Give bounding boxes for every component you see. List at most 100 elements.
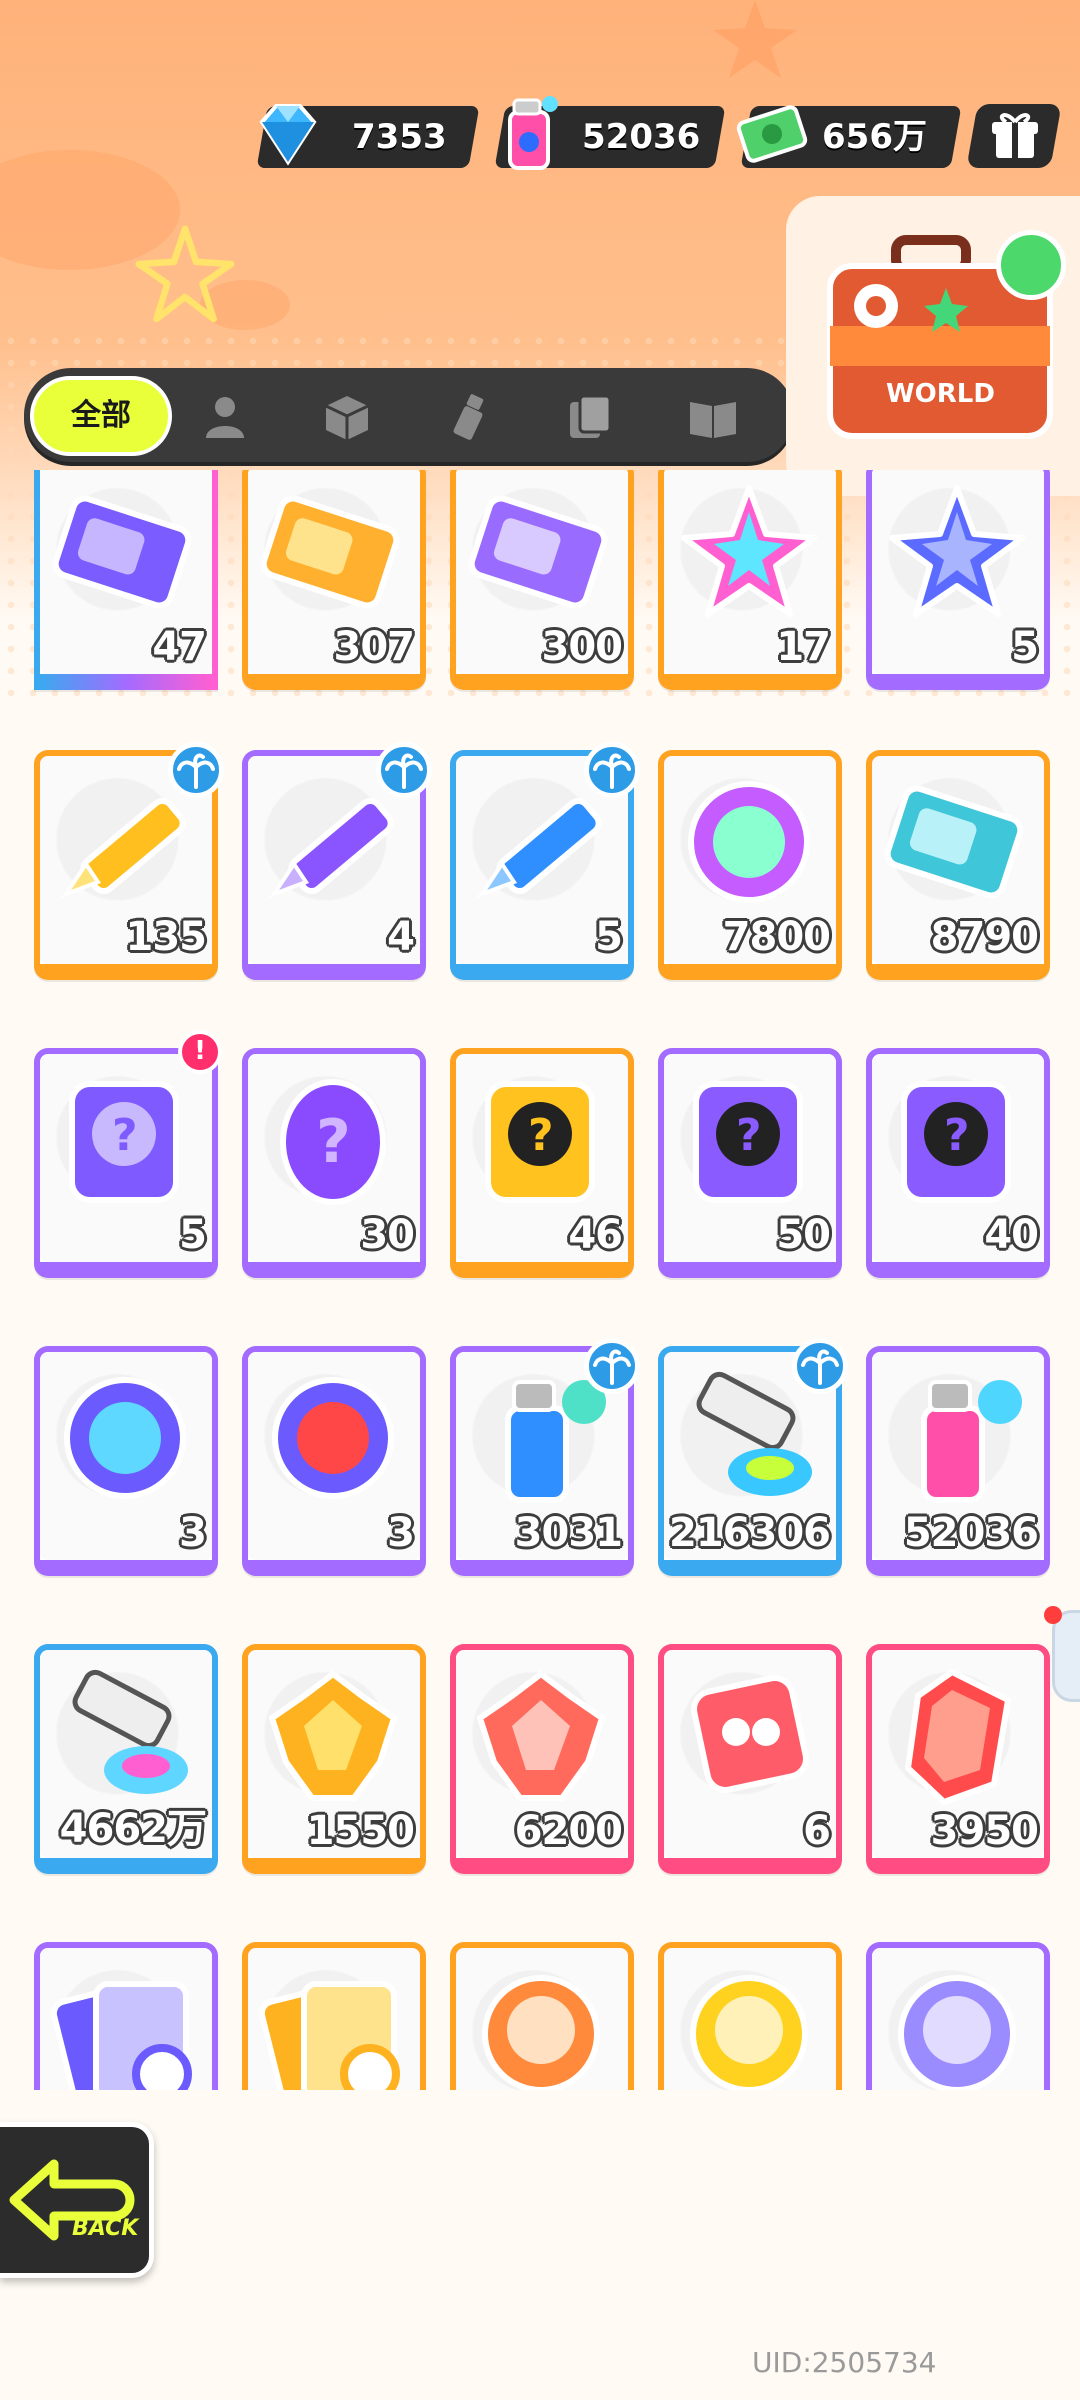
inventory-item[interactable]: 135 (34, 742, 224, 980)
user-id: UID:2505734 (752, 2346, 937, 2379)
item-count: 4662万 (59, 1806, 207, 1852)
inventory-item[interactable]: 3950 (866, 1644, 1050, 1874)
svg-text:?: ? (736, 1110, 762, 1161)
purple-crayon-icon (268, 797, 394, 899)
mystery-egg-icon: ? (280, 1079, 386, 1205)
deity-avatar-yellow-icon (690, 1975, 808, 2090)
season-ticket-icon (884, 785, 1024, 899)
diamond-value: 7353 (352, 117, 447, 157)
inventory-item[interactable] (242, 1942, 426, 2090)
person-icon[interactable] (198, 390, 252, 444)
red-dice-icon (691, 1675, 809, 1793)
inventory-item[interactable]: 216306 (658, 1338, 848, 1576)
world-suitcase-button[interactable]: WORLD (786, 196, 1080, 496)
purple-card-pack-icon (50, 1981, 192, 2090)
red-fish-orb-icon (272, 1377, 394, 1499)
inventory-item[interactable]: 3 (242, 1346, 426, 1576)
item-count: 50 (776, 1212, 831, 1258)
blue-fish-orb-icon (64, 1377, 186, 1499)
plane-badge-icon (996, 230, 1066, 300)
item-count: 47 (152, 624, 207, 670)
item-count: 5 (595, 914, 623, 960)
item-count: 7800 (722, 914, 831, 960)
palm-tree-badge-icon (168, 742, 224, 798)
inventory-item[interactable] (866, 1942, 1050, 2090)
travel-card-mystery-icon: ? (901, 1081, 1011, 1203)
item-count: 40 (984, 1212, 1039, 1258)
spray-value: 52036 (582, 117, 701, 157)
ticket-purple-icon (52, 495, 192, 609)
item-count: 3 (387, 1510, 415, 1556)
deity-avatar-orange-icon (482, 1975, 600, 2090)
item-count: 6200 (514, 1808, 623, 1854)
star-silhouette-icon (713, 0, 797, 78)
card-stack-icon[interactable] (564, 390, 618, 444)
inventory-item[interactable] (658, 1942, 842, 2090)
side-drawer-handle[interactable] (1052, 1610, 1080, 1702)
yellow-crayon-icon (60, 797, 186, 899)
inventory-item[interactable]: 17 (658, 470, 842, 690)
inventory-item[interactable]: 8790 (866, 750, 1050, 980)
box-icon[interactable] (320, 390, 374, 444)
blue-crayon-icon (476, 797, 602, 899)
inventory-item[interactable]: 3031 (450, 1338, 640, 1576)
inventory-item[interactable]: 52036 (866, 1346, 1050, 1576)
inventory-item[interactable]: ? 40 (866, 1048, 1050, 1278)
inventory-item[interactable] (450, 1942, 634, 2090)
blue-star-icon (889, 485, 1025, 617)
palm-tree-badge-icon (792, 1338, 848, 1394)
inventory-item[interactable]: 3 (34, 1346, 218, 1576)
inventory-item[interactable]: ? 30 (242, 1048, 426, 1278)
deity-mystery-purple-icon: ? (693, 1081, 803, 1203)
palm-tree-badge-icon (584, 742, 640, 798)
back-label: BACK (72, 2216, 139, 2241)
inventory-item[interactable]: 6 (658, 1644, 842, 1874)
item-count: 30 (360, 1212, 415, 1258)
item-count: 3950 (930, 1808, 1039, 1854)
svg-text:?: ? (112, 1110, 138, 1161)
tab-all[interactable]: 全部 (30, 376, 172, 456)
gift-box-icon (992, 113, 1038, 158)
item-count: 6 (803, 1808, 831, 1854)
ticket-gold-icon (260, 495, 400, 609)
item-count: 1550 (306, 1808, 415, 1854)
palm-tree-badge-icon (376, 742, 432, 798)
inventory-item[interactable]: 300 (450, 470, 634, 690)
inventory-item[interactable] (34, 1942, 218, 2090)
inventory-item[interactable]: ? 5! (34, 1030, 222, 1278)
inventory-item[interactable]: 7800 (658, 750, 842, 980)
rainbow-star-icon (681, 485, 817, 617)
inventory-item[interactable]: ? 50 (658, 1048, 842, 1278)
cash-icon (736, 105, 808, 163)
inventory-item[interactable]: ? 46 (450, 1048, 634, 1278)
svg-text:?: ? (316, 1107, 351, 1177)
inventory-item[interactable]: 1550 (242, 1644, 426, 1874)
inventory-grid: 47 307 300 17 5 135 4 5 7800 8790 ? 5 ! … (0, 470, 1080, 2090)
svg-text:WORLD: WORLD (886, 379, 995, 409)
inventory-item[interactable]: 4662万 (34, 1644, 218, 1874)
item-count: 17 (776, 624, 831, 670)
book-icon[interactable] (686, 390, 740, 444)
spray-can-icon (508, 96, 558, 170)
palm-tree-badge-icon (584, 1338, 640, 1394)
spray-tag-icon[interactable] (442, 390, 496, 444)
deity-avatar-purple-icon (898, 1975, 1016, 2090)
inventory-item[interactable]: 4 (242, 742, 432, 980)
deity-mystery-gold-icon: ? (485, 1081, 595, 1203)
item-count: 300 (541, 624, 623, 670)
star-doodle-icon (135, 225, 235, 323)
inventory-item[interactable]: 5 (450, 742, 640, 980)
item-count: 4 (387, 914, 415, 960)
inventory-item[interactable]: 5 (866, 470, 1050, 690)
item-count: 46 (568, 1212, 623, 1258)
alert-badge-icon: ! (178, 1030, 222, 1074)
item-count: 216306 (669, 1510, 831, 1556)
notification-dot (1044, 1606, 1062, 1624)
item-count: 3 (179, 1510, 207, 1556)
inventory-item[interactable]: 6200 (450, 1644, 634, 1874)
inventory-item[interactable]: 47 (34, 470, 218, 690)
red-crystal-icon (476, 1670, 606, 1801)
svg-text:?: ? (528, 1110, 554, 1161)
inventory-item[interactable]: 307 (242, 470, 426, 690)
svg-text:?: ? (944, 1110, 970, 1161)
